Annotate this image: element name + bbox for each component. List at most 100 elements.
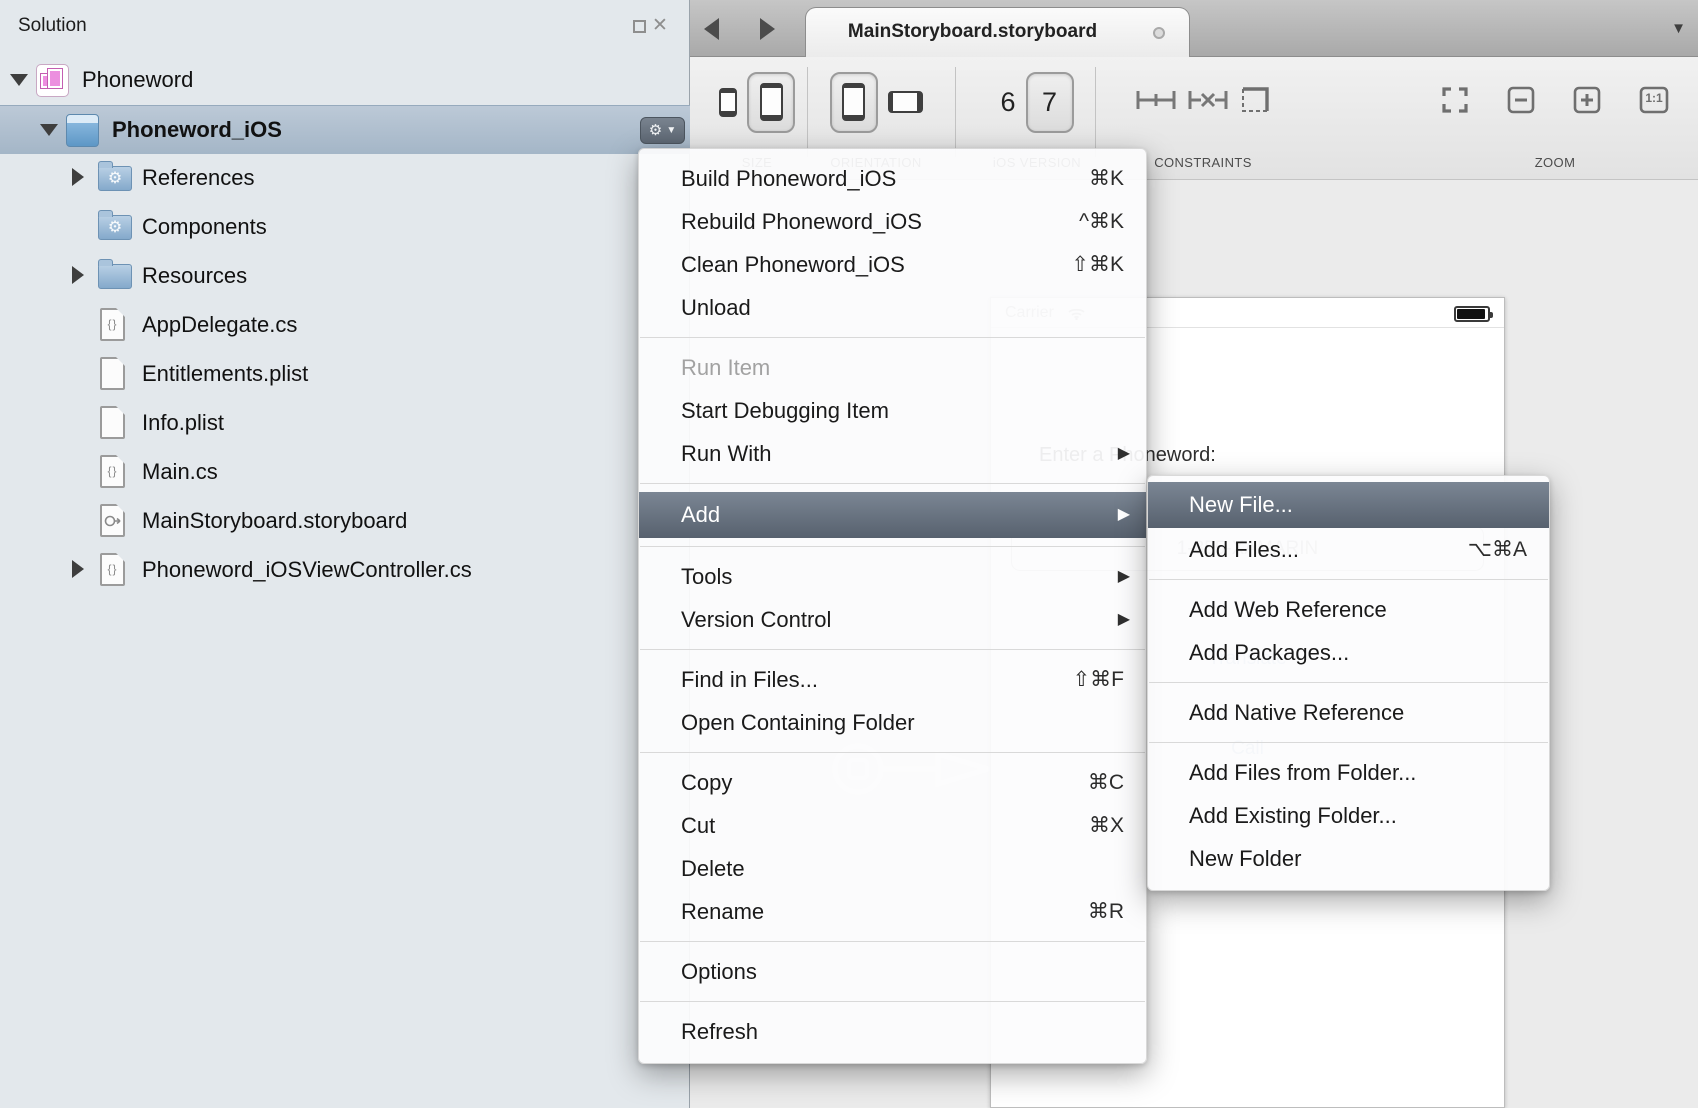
disclosure-open-icon[interactable] xyxy=(10,74,28,86)
csharp-file-icon: {} xyxy=(100,455,125,488)
portrait-button-selected[interactable] xyxy=(830,72,878,133)
chevron-down-icon: ▼ xyxy=(666,125,676,136)
ios6-option[interactable]: 6 xyxy=(1000,87,1015,118)
menu-item-run-with[interactable]: Run With▶ xyxy=(639,432,1146,475)
menu-item-rebuild[interactable]: Rebuild Phoneword_iOS^⌘K xyxy=(639,200,1146,243)
submenu-item-new-file-highlighted[interactable]: New File... xyxy=(1148,482,1549,528)
tree-item-solution[interactable]: Phoneword xyxy=(0,56,690,105)
menu-item-refresh[interactable]: Refresh xyxy=(639,1010,1146,1053)
zoom-label: ZOOM xyxy=(1430,155,1680,170)
submenu-item-add-files[interactable]: Add Files...⌥⌘A xyxy=(1148,528,1549,571)
solution-pad-header: Solution ✕ xyxy=(0,0,689,55)
menu-item-clean[interactable]: Clean Phoneword_iOS⇧⌘K xyxy=(639,243,1146,286)
pad-title: Solution xyxy=(18,15,87,37)
tree-item-label: Resources xyxy=(142,263,247,289)
menu-item-start-debugging[interactable]: Start Debugging Item xyxy=(639,389,1146,432)
navigate-forward-icon[interactable] xyxy=(760,18,775,40)
menu-item-cut[interactable]: Cut⌘X xyxy=(639,804,1146,847)
clear-constraints-icon[interactable] xyxy=(1187,88,1229,117)
menu-item-run-item: Run Item xyxy=(639,346,1146,389)
tree-item-components[interactable]: ⚙ Components xyxy=(0,203,690,252)
ios7-button-selected[interactable]: 7 xyxy=(1026,72,1074,133)
plist-file-icon xyxy=(100,406,125,439)
submenu-arrow-icon: ▶ xyxy=(1118,432,1130,475)
project-options-gear-button[interactable]: ⚙ ▼ xyxy=(640,117,685,144)
tree-item-project-selected[interactable]: Phoneword_iOS xyxy=(0,105,690,154)
menu-item-tools[interactable]: Tools▶ xyxy=(639,555,1146,598)
tree-item-label: Components xyxy=(142,214,267,240)
tree-item-label: References xyxy=(142,165,255,191)
close-pad-icon[interactable]: ✕ xyxy=(652,14,668,37)
width-constraint-icon[interactable] xyxy=(1135,88,1177,117)
submenu-item-add-native-reference[interactable]: Add Native Reference xyxy=(1148,691,1549,734)
submenu-arrow-icon: ▶ xyxy=(1118,492,1130,538)
disclosure-closed-icon[interactable] xyxy=(72,560,84,578)
tree-item-maincs[interactable]: {} Main.cs xyxy=(0,448,690,497)
references-folder-icon: ⚙ xyxy=(98,166,132,191)
tree-item-label: AppDelegate.cs xyxy=(142,312,297,338)
zoom-out-icon[interactable] xyxy=(1507,86,1535,119)
ios-project-icon xyxy=(66,114,99,147)
csharp-file-icon: {} xyxy=(100,308,125,341)
tree-item-viewcontroller[interactable]: {} Phoneword_iOSViewController.cs xyxy=(0,546,690,595)
menu-separator xyxy=(640,941,1145,942)
submenu-item-add-packages[interactable]: Add Packages... xyxy=(1148,631,1549,674)
disclosure-open-icon[interactable] xyxy=(40,124,58,136)
zoom-in-icon[interactable] xyxy=(1573,86,1601,119)
tree-item-storyboard[interactable]: MainStoryboard.storyboard xyxy=(0,497,690,546)
tab-status-dot xyxy=(1153,27,1165,39)
submenu-item-add-web-reference[interactable]: Add Web Reference xyxy=(1148,588,1549,631)
menu-item-copy[interactable]: Copy⌘C xyxy=(639,761,1146,804)
solution-pad: Solution ✕ Phoneword Phoneword_iOS ⚙ Ref… xyxy=(0,0,690,1108)
tree-item-label: MainStoryboard.storyboard xyxy=(142,508,407,534)
frame-constraints-icon[interactable] xyxy=(1239,85,1271,120)
submenu-item-add-files-from-folder[interactable]: Add Files from Folder... xyxy=(1148,751,1549,794)
landscape-icon[interactable] xyxy=(888,91,923,113)
tree-item-label: Main.cs xyxy=(142,459,218,485)
tree-item-resources[interactable]: Resources xyxy=(0,252,690,301)
zoom-group: 1:1 ZOOM xyxy=(1430,57,1680,180)
tab-list-dropdown-icon[interactable]: ▼ xyxy=(1671,20,1686,37)
submenu-arrow-icon: ▶ xyxy=(1118,598,1130,641)
menu-item-delete[interactable]: Delete xyxy=(639,847,1146,890)
menu-separator xyxy=(1149,579,1548,580)
tree-item-entitlements[interactable]: Entitlements.plist xyxy=(0,350,690,399)
menu-separator xyxy=(640,483,1145,484)
tree-item-infoplist[interactable]: Info.plist xyxy=(0,399,690,448)
menu-item-unload[interactable]: Unload xyxy=(639,286,1146,329)
iphone4-button-selected[interactable] xyxy=(747,72,795,133)
menu-item-options[interactable]: Options xyxy=(639,950,1146,993)
tree-item-references[interactable]: ⚙ References xyxy=(0,154,690,203)
menu-separator xyxy=(640,752,1145,753)
menu-item-rename[interactable]: Rename⌘R xyxy=(639,890,1146,933)
menu-item-open-containing-folder[interactable]: Open Containing Folder xyxy=(639,701,1146,744)
menu-item-version-control[interactable]: Version Control▶ xyxy=(639,598,1146,641)
tree-item-label: Info.plist xyxy=(142,410,224,436)
menu-item-add-highlighted[interactable]: Add▶ xyxy=(639,492,1146,538)
tree-item-label: Phoneword xyxy=(82,67,193,93)
tab-mainstoryboard[interactable]: MainStoryboard.storyboard xyxy=(805,7,1190,57)
plist-file-icon xyxy=(100,357,125,390)
gear-icon: ⚙ xyxy=(649,122,662,139)
iphone35-icon[interactable] xyxy=(719,88,737,117)
submenu-arrow-icon: ▶ xyxy=(1118,555,1130,598)
dock-window-icon[interactable] xyxy=(633,20,646,33)
menu-item-build[interactable]: Build Phoneword_iOS⌘K xyxy=(639,157,1146,200)
submenu-item-add-existing-folder[interactable]: Add Existing Folder... xyxy=(1148,794,1549,837)
submenu-item-new-folder[interactable]: New Folder xyxy=(1148,837,1549,880)
tree-item-appdelegate[interactable]: {} AppDelegate.cs xyxy=(0,301,690,350)
menu-separator xyxy=(1149,742,1548,743)
portrait-icon xyxy=(842,83,865,121)
add-submenu: New File... Add Files...⌥⌘A Add Web Refe… xyxy=(1147,475,1550,891)
navigate-back-icon[interactable] xyxy=(704,18,719,40)
actual-size-icon[interactable]: 1:1 xyxy=(1639,86,1669,119)
disclosure-closed-icon[interactable] xyxy=(72,168,84,186)
project-context-menu: Build Phoneword_iOS⌘K Rebuild Phoneword_… xyxy=(638,148,1147,1064)
menu-separator xyxy=(640,1001,1145,1002)
iphone4-icon xyxy=(760,83,783,121)
fit-to-window-icon[interactable] xyxy=(1441,86,1469,119)
menu-item-find-in-files[interactable]: Find in Files...⇧⌘F xyxy=(639,658,1146,701)
tab-bar: MainStoryboard.storyboard ▼ xyxy=(690,0,1698,57)
disclosure-closed-icon[interactable] xyxy=(72,266,84,284)
menu-separator xyxy=(1149,682,1548,683)
